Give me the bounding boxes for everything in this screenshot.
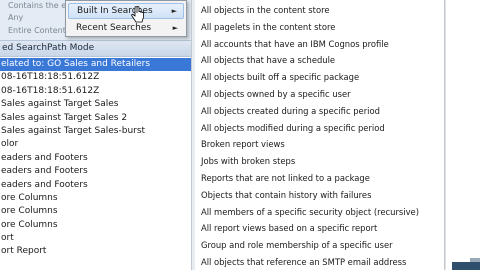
menu-item-recent-searches[interactable]: Recent Searches ►	[68, 20, 184, 36]
submenu-item[interactable]: Broken report views	[201, 136, 285, 152]
menu-item-label: Recent Searches	[76, 23, 152, 33]
list-item[interactable]: ort Report	[0, 245, 195, 258]
menu-item-built-in-searches[interactable]: Built In Searches ►	[68, 3, 184, 19]
submenu-item[interactable]: Jobs with broken steps	[201, 153, 295, 169]
scrollbar-thumb[interactable]	[470, 258, 480, 262]
submenu-arrow-icon: ►	[171, 7, 177, 15]
submenu-arrow-icon: ►	[172, 24, 178, 32]
submenu-item[interactable]: All accounts that have an IBM Cognos pro…	[201, 36, 389, 52]
submenu-item[interactable]: All report views based on a specific rep…	[201, 220, 377, 236]
results-list: elated to: GO Sales and Retailers 08-16T1…	[0, 58, 195, 259]
list-item[interactable]: olor	[0, 138, 195, 151]
right-panel	[446, 0, 480, 270]
submenu-item[interactable]: All pagelets in the content store	[201, 19, 335, 35]
submenu-item[interactable]: Objects that contain history with failur…	[201, 187, 371, 203]
hand-cursor-icon	[131, 6, 144, 23]
option-any[interactable]: Any	[8, 12, 23, 23]
list-item[interactable]: ore Columns	[0, 219, 195, 232]
submenu-item[interactable]: All objects that reference an SMTP email…	[201, 254, 406, 270]
list-item[interactable]: eaders and Footers	[0, 179, 195, 192]
list-item[interactable]: Sales against Target Sales-burst	[0, 125, 195, 138]
list-item[interactable]: ort	[0, 232, 195, 245]
list-item[interactable]: elated to: GO Sales and Retailers	[0, 58, 195, 72]
submenu-item[interactable]: All objects that have a schedule	[201, 52, 335, 68]
submenu-item[interactable]: Group and role membership of a specific …	[201, 237, 393, 253]
list-item[interactable]: ore Columns	[0, 205, 195, 218]
submenu-item[interactable]: All objects built off a specific package	[201, 69, 359, 85]
submenu-gutter	[192, 0, 195, 270]
submenu-item[interactable]: All objects created during a specific pe…	[201, 103, 380, 119]
list-item[interactable]: eaders and Footers	[0, 152, 195, 165]
list-item[interactable]: 08-16T18:18:51.612Z	[0, 85, 195, 98]
submenu-item[interactable]: All members of a specific security objec…	[201, 204, 419, 220]
search-context-menu: Built In Searches ► Recent Searches ►	[65, 0, 187, 37]
list-item[interactable]: ore Columns	[0, 192, 195, 205]
list-item[interactable]: Sales against Target Sales	[0, 98, 195, 111]
built-in-searches-submenu: All objects in the content store All page…	[191, 0, 445, 270]
submenu-item[interactable]: All objects owned by a specific user	[201, 86, 351, 102]
submenu-item[interactable]: All objects modified during a specific p…	[201, 120, 385, 136]
searchpath-mode-bar[interactable]: ed SearchPath Mode	[0, 40, 195, 57]
list-item[interactable]: Sales against Target Sales 2	[0, 112, 195, 125]
list-item[interactable]: 08-16T18:18:51.612Z	[0, 71, 195, 84]
submenu-item[interactable]: Reports that are not linked to a package	[201, 170, 370, 186]
left-panel: Contains the ex... Any Entire Content S.…	[0, 0, 195, 270]
status-strip	[452, 262, 480, 270]
submenu-item[interactable]: All objects in the content store	[201, 2, 330, 18]
list-item[interactable]: eaders and Footers	[0, 165, 195, 178]
